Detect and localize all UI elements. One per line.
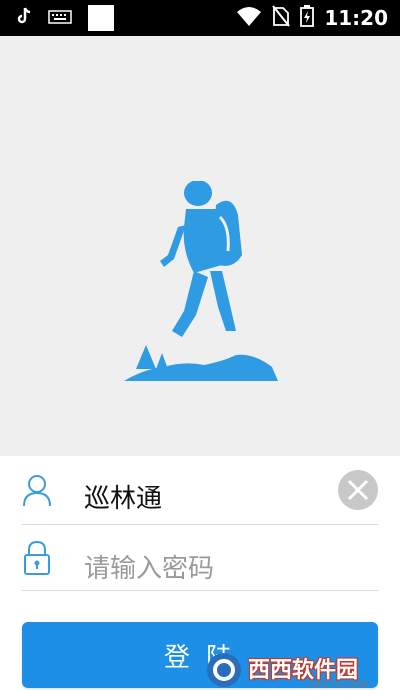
lock-icon: [24, 540, 50, 575]
keyboard-icon: [48, 9, 72, 28]
password-row: 请输入密码: [22, 526, 378, 591]
tiktok-icon: [16, 7, 32, 29]
close-icon: [347, 479, 369, 501]
watermark: 西西软件园 CR173.COM: [200, 646, 380, 696]
status-bar: 11:20: [0, 0, 400, 36]
hiker-logo-icon: [124, 181, 278, 381]
watermark-sub: CR173.COM: [308, 680, 368, 691]
wifi-icon: [236, 6, 262, 30]
no-sim-icon: [272, 5, 291, 31]
battery-charging-icon: [300, 5, 315, 31]
password-field[interactable]: 请输入密码: [84, 548, 214, 585]
status-time: 11:20: [324, 6, 388, 30]
username-row: 巡林通: [22, 460, 378, 525]
watermark-logo-icon: [207, 653, 241, 687]
username-field[interactable]: 巡林通: [84, 478, 162, 515]
hero-banner: [0, 36, 400, 456]
notification-square-icon: [88, 5, 114, 31]
clear-username-button[interactable]: [338, 470, 378, 510]
user-icon: [23, 475, 51, 507]
